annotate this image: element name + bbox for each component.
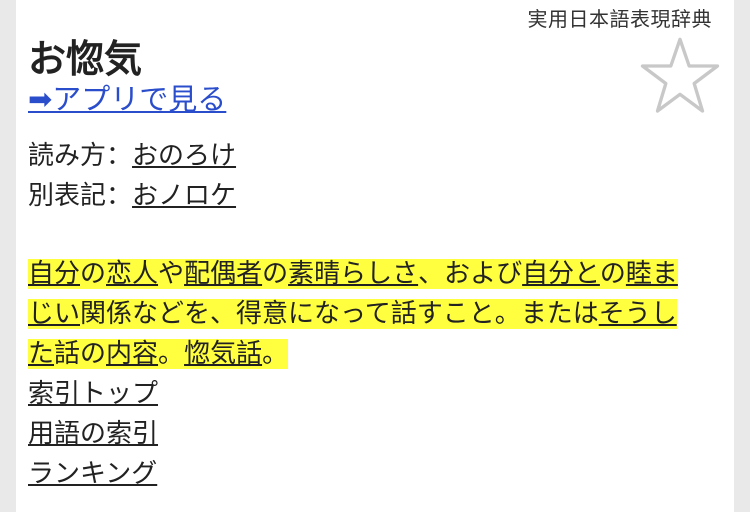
open-in-app-link[interactable]: ➡アプリで見る — [28, 76, 226, 118]
favorite-star-icon[interactable] — [638, 36, 722, 116]
definition-link[interactable]: 素晴らしさ — [288, 259, 418, 289]
definition-text-run: の — [262, 259, 289, 289]
definition-link[interactable]: 恋人 — [106, 259, 158, 289]
definition-link[interactable]: 自分と — [522, 259, 600, 289]
definition-text-run: や — [158, 259, 185, 289]
dictionary-source: 実用日本語表現辞典 — [527, 7, 712, 31]
definition-link[interactable]: 配偶者 — [184, 259, 262, 289]
reading-row: 読み方：おのろけ — [28, 136, 236, 176]
term-index-link[interactable]: 用語の索引 — [28, 414, 158, 454]
definition-highlight: 自分の恋人や配偶者の素晴らしさ、および自分との睦まじい関係などを、得意になって話… — [28, 259, 678, 369]
dictionary-card: 実用日本語表現辞典 お惚気 ➡アプリで見る 読み方：おのろけ 別表記：おノロケ … — [16, 0, 734, 512]
definition-link[interactable]: 内容 — [106, 339, 158, 369]
ranking-link[interactable]: ランキング — [28, 454, 158, 494]
definition-text-run: 、および — [418, 259, 523, 289]
definition-text-run: の — [599, 259, 626, 289]
definition-text-run: の — [80, 259, 107, 289]
index-top-link[interactable]: 索引トップ — [28, 374, 158, 414]
meta-info: 読み方：おのろけ 別表記：おノロケ — [28, 136, 236, 216]
reading-link[interactable]: おのろけ — [132, 141, 236, 171]
page-title: お惚気 — [28, 37, 143, 81]
alt-spelling-row: 別表記：おノロケ — [28, 176, 236, 216]
alt-spelling-link[interactable]: おノロケ — [132, 181, 236, 211]
definition-text-run: 。 — [262, 339, 289, 369]
definition-text-run: 。 — [158, 339, 185, 369]
definition-text-run: 話の — [54, 339, 107, 369]
definition-text-run: 関係などを、得意になって話すこと。または — [80, 299, 599, 329]
definition-link[interactable]: 惚気話 — [184, 339, 262, 369]
reading-label: 読み方： — [28, 141, 133, 171]
definition-text: 自分の恋人や配偶者の素晴らしさ、および自分との睦まじい関係などを、得意になって話… — [28, 254, 700, 374]
alt-spelling-label: 別表記： — [28, 181, 133, 211]
footer-links: 索引トップ 用語の索引 ランキング — [28, 374, 158, 494]
definition-link[interactable]: 自分 — [28, 259, 80, 289]
